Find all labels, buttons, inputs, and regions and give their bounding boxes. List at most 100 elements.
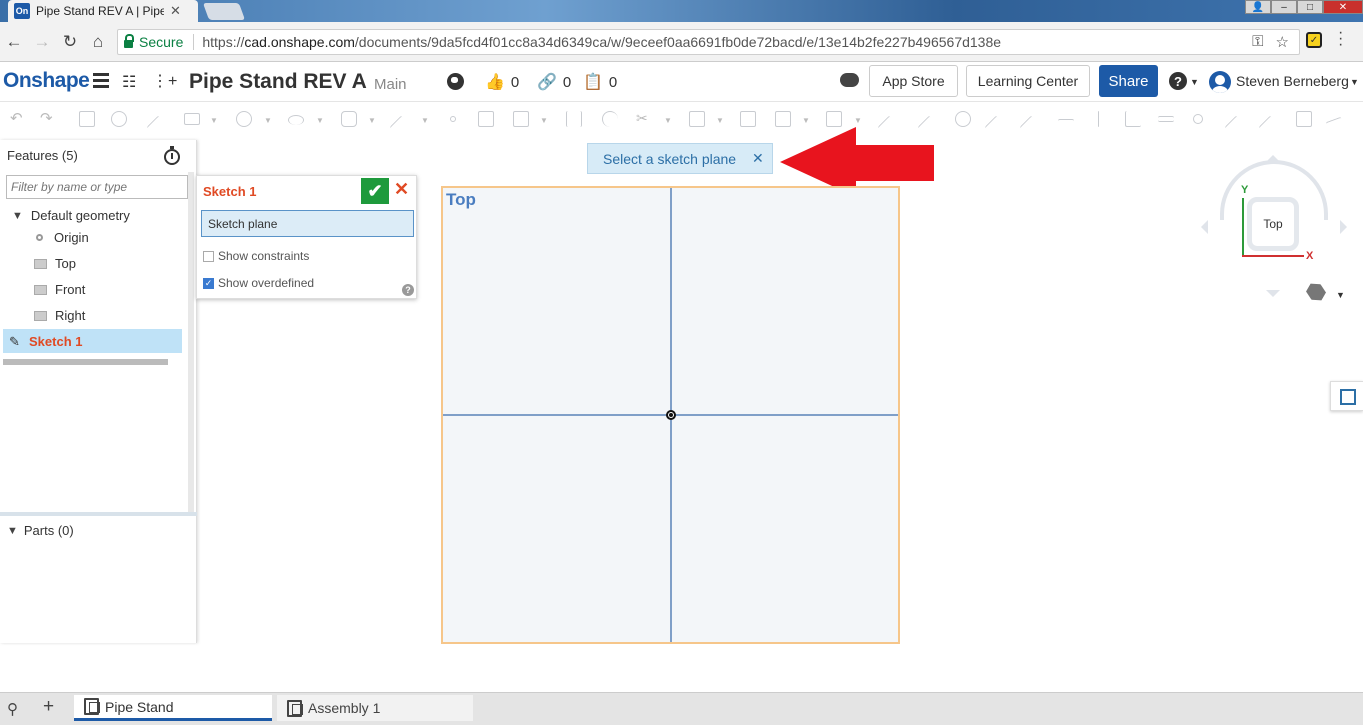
sketch-plane-field[interactable]: Sketch plane	[201, 210, 414, 237]
home-icon[interactable]: ⌂	[84, 32, 112, 52]
circle-caret-icon[interactable]: ▼	[264, 116, 272, 125]
rectangle-tool-icon[interactable]	[184, 113, 200, 125]
minimize-icon[interactable]: –	[1271, 0, 1297, 14]
url-field[interactable]: Secure https://cad.onshape.com/documents…	[117, 29, 1300, 55]
copies-counter[interactable]: 📋 0	[583, 72, 617, 92]
top-plane-viewport[interactable]: Top	[441, 186, 900, 644]
comments-icon[interactable]	[840, 73, 859, 87]
help-caret-icon[interactable]: ▼	[1190, 77, 1199, 87]
pattern-caret-icon[interactable]: ▼	[802, 116, 810, 125]
trim-tool-icon[interactable]: ✂	[636, 110, 648, 127]
new-tab-button[interactable]	[202, 3, 246, 20]
equal-tool-icon[interactable]	[1158, 116, 1174, 122]
normal-tool-icon[interactable]	[1224, 115, 1248, 139]
user-icon[interactable]: 👤	[1245, 0, 1271, 14]
spline-tool-icon[interactable]	[389, 115, 413, 139]
tree-item-front[interactable]: Front	[34, 282, 85, 297]
feature-list-scrollbar[interactable]	[188, 172, 194, 512]
rectangle-caret-icon[interactable]: ▼	[210, 116, 218, 125]
extension-icon[interactable]: ✓	[1306, 32, 1322, 48]
import-caret-icon[interactable]: ▼	[854, 116, 862, 125]
add-tab-icon[interactable]: +	[43, 696, 54, 718]
chevron-down-icon[interactable]: ▼	[12, 210, 23, 222]
mirror-tool-icon[interactable]	[566, 111, 582, 127]
workspace-name[interactable]: Main	[374, 76, 407, 93]
checkbox-checked-icon[interactable]: ✓	[203, 277, 214, 289]
user-caret-icon[interactable]: ▼	[1350, 77, 1359, 87]
arc-caret-icon[interactable]: ▼	[316, 116, 324, 125]
arc-tool-icon[interactable]	[288, 115, 304, 125]
help-question-icon[interactable]: ?	[402, 284, 414, 296]
tree-item-top[interactable]: Top	[34, 256, 76, 271]
browser-menu-icon[interactable]: · · ·	[1338, 25, 1343, 53]
vertical-tool-icon[interactable]	[1098, 111, 1100, 127]
show-overdefined-checkbox[interactable]: ✓ Show overdefined	[203, 276, 314, 290]
offset-tool-icon[interactable]	[513, 111, 529, 127]
tab-pipe-stand[interactable]: Pipe Stand	[74, 695, 272, 721]
view-mode-caret-icon[interactable]: ▼	[1336, 290, 1345, 300]
avatar[interactable]	[1209, 71, 1231, 93]
rotate-right-icon[interactable]	[1340, 220, 1354, 234]
chevron-down-icon[interactable]: ▼	[7, 525, 18, 537]
spline-caret-icon[interactable]: ▼	[421, 116, 429, 125]
help-icon[interactable]: ?	[1169, 72, 1187, 90]
tab-assembly-1[interactable]: Assembly 1	[277, 695, 473, 721]
back-icon[interactable]: ←	[0, 32, 28, 52]
dimension-tool-icon[interactable]	[740, 111, 756, 127]
hamburger-menu-icon[interactable]	[93, 73, 109, 88]
likes-counter[interactable]: 👍 0	[485, 72, 519, 92]
text-tool-icon[interactable]	[478, 111, 494, 127]
tree-item-sketch-1[interactable]: ✎ Sketch 1	[3, 329, 182, 353]
checkbox-empty-icon[interactable]	[203, 250, 214, 262]
forward-icon[interactable]: →	[28, 32, 56, 52]
tangent-tool-icon[interactable]	[1019, 115, 1043, 139]
rollback-bar[interactable]	[3, 359, 168, 365]
offset-caret-icon[interactable]: ▼	[540, 116, 548, 125]
point-tool-icon[interactable]	[450, 116, 456, 122]
redo-icon[interactable]: ↷	[40, 109, 53, 127]
parts-node[interactable]: ▼ Parts (0)	[7, 523, 74, 538]
close-tab-icon[interactable]: ✕	[170, 3, 181, 19]
rotate-up-icon[interactable]	[1266, 148, 1280, 162]
cancel-x-icon[interactable]: ✕	[394, 179, 409, 200]
browser-tab[interactable]: On Pipe Stand REV A | Pipe S ✕	[8, 0, 198, 22]
midpoint-tool-icon[interactable]	[1193, 114, 1203, 124]
circle-tool-icon[interactable]	[236, 111, 252, 127]
viewcube-face[interactable]: Top	[1247, 197, 1299, 251]
links-counter[interactable]: 🔗 0	[537, 72, 571, 92]
polygon-tool-icon[interactable]	[341, 111, 357, 127]
tree-item-right[interactable]: Right	[34, 308, 85, 323]
undo-icon[interactable]: ↶	[10, 109, 23, 127]
globe-icon[interactable]	[447, 73, 464, 90]
show-constraints-checkbox[interactable]: Show constraints	[203, 249, 309, 263]
line-tool-icon[interactable]	[146, 115, 170, 139]
paste-icon[interactable]	[111, 111, 127, 127]
key-icon[interactable]: ⚿	[1252, 33, 1263, 51]
feature-list-icon[interactable]: ☷	[122, 72, 136, 92]
copy-sketch-icon[interactable]	[79, 111, 95, 127]
fillet-tool-icon[interactable]	[602, 111, 618, 127]
window-close-icon[interactable]: ✕	[1323, 0, 1363, 14]
insert-icon[interactable]: ⋮+	[152, 71, 177, 91]
concentric-tool-icon[interactable]	[955, 111, 971, 127]
horizontal-tool-icon[interactable]	[1058, 119, 1074, 135]
tab-manager-icon[interactable]: ⚲	[7, 700, 18, 718]
trim-caret-icon[interactable]: ▼	[664, 116, 672, 125]
learning-center-button[interactable]: Learning Center	[966, 65, 1090, 97]
document-title[interactable]: Pipe Stand REV A	[189, 70, 367, 94]
configurations-panel-tab[interactable]	[1330, 381, 1363, 411]
fix-tool-icon[interactable]	[1325, 116, 1347, 138]
symmetric-tool-icon[interactable]	[1296, 111, 1312, 127]
polygon-caret-icon[interactable]: ▼	[368, 116, 376, 125]
default-geometry-node[interactable]: ▼ Default geometry	[12, 208, 130, 223]
feature-filter-input[interactable]	[6, 175, 188, 199]
tree-item-origin[interactable]: Origin	[33, 230, 89, 245]
notice-close-icon[interactable]: ✕	[752, 150, 764, 167]
user-name[interactable]: Steven Berneberg	[1236, 73, 1349, 89]
panel-divider[interactable]	[0, 512, 197, 516]
stopwatch-icon[interactable]	[164, 146, 180, 165]
pierce-tool-icon[interactable]	[1258, 115, 1282, 139]
origin-marker-icon[interactable]	[666, 410, 676, 420]
perpendicular-tool-icon[interactable]	[1125, 111, 1141, 127]
use-caret-icon[interactable]: ▼	[716, 116, 724, 125]
